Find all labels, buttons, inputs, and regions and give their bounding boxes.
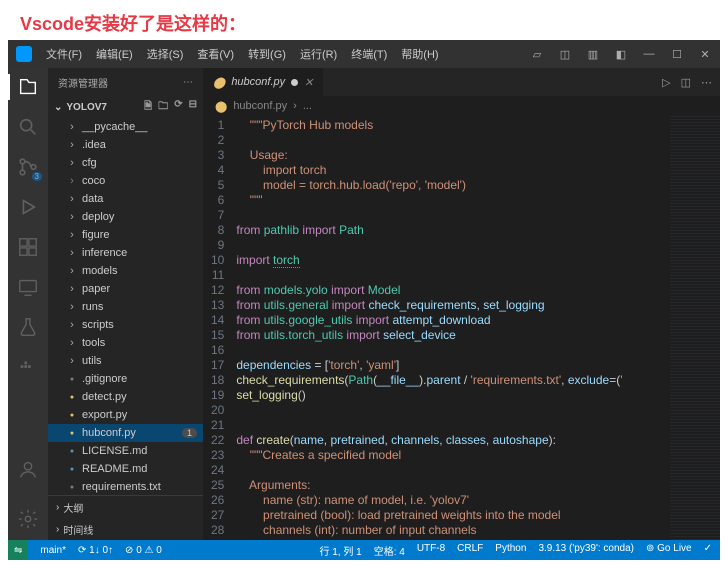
git-branch[interactable]: main* [40,545,66,556]
remote-indicator[interactable]: ⇋ [8,540,28,560]
run-debug-icon[interactable] [17,196,39,218]
title-bar: 文件(F)编辑(E)选择(S)查看(V)转到(G)运行(R)终端(T)帮助(H)… [8,40,720,68]
folder-item[interactable]: ›tools [48,334,203,352]
sidebar: 资源管理器 ⋯ ⌄ YOLOV7 🗎 🗀 ⟳ ⊟ ›__pycache__›.i… [48,68,203,540]
folder-item[interactable]: ›scripts [48,316,203,334]
menu-item[interactable]: 转到(G) [242,43,292,65]
code-editor[interactable]: 1234567891011121314151617181920212223242… [203,116,720,540]
sidebar-title: 资源管理器 [58,75,108,90]
menu-item[interactable]: 查看(V) [191,43,240,65]
file-item[interactable]: ●export.py [48,406,203,424]
folder-item[interactable]: ›utils [48,352,203,370]
editor-area: ⬤ hubconf.py ✕ ▷ ◫ ⋯ ⬤ hubconf.py › ... … [203,68,720,540]
status-item[interactable]: 行 1, 列 1 [319,543,361,558]
menu-bar: 文件(F)编辑(E)选择(S)查看(V)转到(G)运行(R)终端(T)帮助(H) [40,43,445,65]
minimap[interactable] [670,116,720,540]
folder-item[interactable]: ›__pycache__ [48,118,203,136]
sidebar-footer: ›大纲 ›时间线 [48,495,203,540]
new-file-icon[interactable]: 🗎 [144,99,152,116]
settings-gear-icon[interactable] [17,508,39,530]
folder-item[interactable]: ›paper [48,280,203,298]
breadcrumb-more[interactable]: ... [303,100,312,112]
folder-item[interactable]: ›data [48,190,203,208]
extensions-icon[interactable] [17,236,39,258]
breadcrumb-file[interactable]: hubconf.py [233,100,287,112]
python-icon: ⬤ [213,76,225,89]
run-icon[interactable]: ▷ [662,76,670,89]
file-item[interactable]: ●hubconf.py1 [48,424,203,442]
split-icon[interactable]: ◫ [681,76,691,89]
menu-item[interactable]: 终端(T) [345,43,393,65]
file-item[interactable]: ●README.md [48,460,203,478]
file-tree[interactable]: ›__pycache__›.idea›cfg›coco›data›deploy›… [48,118,203,495]
file-item[interactable]: ●.gitignore [48,370,203,388]
close-icon[interactable]: ✕ [698,47,712,61]
file-item[interactable]: ●detect.py [48,388,203,406]
source-control-icon[interactable]: 3 [17,156,39,178]
customize-icon[interactable]: ◧ [614,47,628,61]
line-gutter: 1234567891011121314151617181920212223242… [203,116,236,540]
layout-panel-icon[interactable]: ◫ [558,47,572,61]
tab-hubconf[interactable]: ⬤ hubconf.py ✕ [203,68,324,96]
refresh-icon[interactable]: ⟳ [174,99,182,116]
status-item[interactable]: ✓ [704,543,712,558]
outline-section[interactable]: ›大纲 [48,496,203,518]
status-item[interactable]: Python [495,543,526,558]
activity-bar: 3 [8,68,48,540]
folder-item[interactable]: ›.idea [48,136,203,154]
code-lines[interactable]: """PyTorch Hub models Usage: import torc… [236,116,670,540]
menu-item[interactable]: 选择(S) [141,43,190,65]
vscode-window: 文件(F)编辑(E)选择(S)查看(V)转到(G)运行(R)终端(T)帮助(H)… [8,40,720,560]
layout-icon[interactable]: ▱ [530,47,544,61]
file-item[interactable]: ●LICENSE.md [48,442,203,460]
status-item[interactable]: ⊚ Go Live [646,543,692,558]
menu-item[interactable]: 编辑(E) [90,43,139,65]
docker-icon[interactable] [17,356,39,378]
menu-item[interactable]: 帮助(H) [395,43,444,65]
breadcrumb[interactable]: ⬤ hubconf.py › ... [203,96,720,116]
vscode-icon [16,46,32,62]
menu-item[interactable]: 运行(R) [294,43,343,65]
project-header[interactable]: ⌄ YOLOV7 🗎 🗀 ⟳ ⊟ [48,96,203,118]
folder-item[interactable]: ›inference [48,244,203,262]
account-icon[interactable] [17,458,39,480]
minimize-icon[interactable]: — [642,47,656,61]
git-sync[interactable]: ⟳ 1↓ 0↑ [78,545,113,556]
status-item[interactable]: 空格: 4 [374,543,405,558]
window-controls: ▱ ◫ ▥ ◧ — ☐ ✕ [530,47,712,61]
status-item[interactable]: 3.9.13 ('py39': conda) [538,543,634,558]
folder-item[interactable]: ›coco [48,172,203,190]
folder-item[interactable]: ›models [48,262,203,280]
chevron-down-icon: ⌄ [54,102,62,113]
maximize-icon[interactable]: ☐ [670,47,684,61]
remote-icon[interactable] [17,276,39,298]
tab-label: hubconf.py [231,76,285,88]
sidebar-header: 资源管理器 ⋯ [48,68,203,96]
status-item[interactable]: UTF-8 [417,543,445,558]
folder-item[interactable]: ›runs [48,298,203,316]
tabs: ⬤ hubconf.py ✕ ▷ ◫ ⋯ [203,68,720,96]
layout-side-icon[interactable]: ▥ [586,47,600,61]
folder-item[interactable]: ›deploy [48,208,203,226]
tab-more-icon[interactable]: ⋯ [701,76,712,89]
modified-indicator [291,79,298,86]
project-name: YOLOV7 [66,102,107,113]
new-folder-icon[interactable]: 🗀 [158,99,168,116]
folder-item[interactable]: ›figure [48,226,203,244]
explorer-icon[interactable] [17,76,39,98]
problems[interactable]: ⊘ 0 ⚠ 0 [125,545,162,556]
status-bar: ⇋ main* ⟳ 1↓ 0↑ ⊘ 0 ⚠ 0 行 1, 列 1 空格: 4 UTF… [8,540,720,560]
tab-close-icon[interactable]: ✕ [304,76,313,89]
folder-item[interactable]: ›cfg [48,154,203,172]
search-icon[interactable] [17,116,39,138]
file-item[interactable]: ●requirements.txt [48,478,203,495]
testing-icon[interactable] [17,316,39,338]
sidebar-more-icon[interactable]: ⋯ [183,77,193,88]
collapse-icon[interactable]: ⊟ [189,99,197,116]
menu-item[interactable]: 文件(F) [40,43,88,65]
status-item[interactable]: CRLF [457,543,483,558]
timeline-section[interactable]: ›时间线 [48,518,203,540]
scm-badge: 3 [32,172,42,181]
